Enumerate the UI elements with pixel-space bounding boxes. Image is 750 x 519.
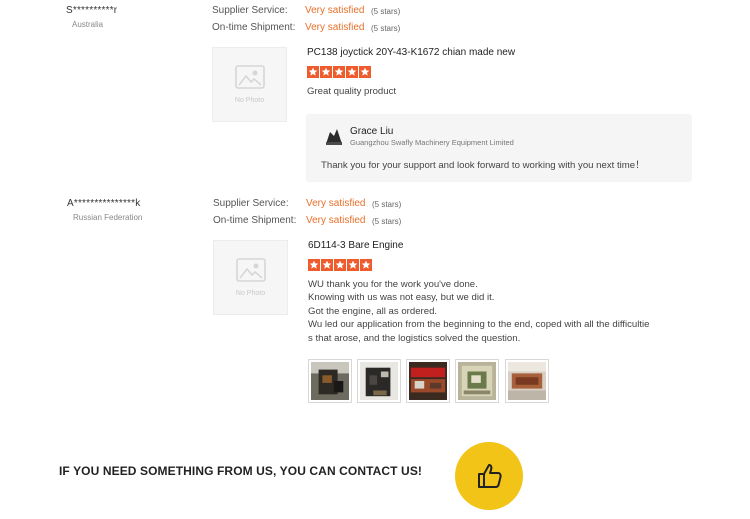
supplier-reply: Grace Liu Guangzhou Swafly Machinery Equ… xyxy=(306,114,692,182)
review-photo-thumbnail[interactable] xyxy=(406,359,450,403)
review-text: Great quality product xyxy=(307,86,397,97)
contact-button[interactable] xyxy=(455,442,523,510)
product-image-placeholder[interactable]: No Photo xyxy=(213,240,288,315)
review-photo-thumbnail[interactable] xyxy=(455,359,499,403)
buyer-name: A***************k xyxy=(67,198,141,209)
on-time-shipment-stars: (5 stars) xyxy=(371,24,401,33)
engine-photo-3 xyxy=(409,362,447,400)
star-icon xyxy=(360,259,372,271)
star-icon xyxy=(333,66,345,78)
supplier-service-value: Very satisfied xyxy=(305,5,365,16)
contact-banner-text: IF YOU NEED SOMETHING FROM US, YOU CAN C… xyxy=(59,464,423,478)
supplier-service-stars: (5 stars) xyxy=(372,200,402,209)
supplier-service-value: Very satisfied xyxy=(306,198,366,209)
reply-name: Grace Liu xyxy=(350,126,394,137)
on-time-shipment-value: Very satisfied xyxy=(306,215,366,226)
review-photo-thumbnail[interactable] xyxy=(505,359,549,403)
star-icon xyxy=(307,66,319,78)
buyer-country: Australia xyxy=(72,20,104,29)
supplier-service-label: Supplier Service: xyxy=(212,5,288,16)
engine-photo-5 xyxy=(508,362,546,400)
star-rating xyxy=(308,259,372,271)
review-photo-thumbnail[interactable] xyxy=(357,359,401,403)
engine-photo-4 xyxy=(458,362,496,400)
review-photo-thumbnail[interactable] xyxy=(308,359,352,403)
thumbs-up-icon xyxy=(478,464,502,488)
buyer-name: S**********r xyxy=(66,5,118,16)
star-icon xyxy=(321,259,333,271)
product-title[interactable]: PC138 joyctick 20Y-43-K1672 chian made n… xyxy=(307,47,515,58)
reply-company: Guangzhou Swafly Machinery Equipment Lim… xyxy=(350,138,514,147)
reply-text: Thank you for your support and look forw… xyxy=(321,160,645,171)
star-rating xyxy=(307,66,371,78)
on-time-shipment-stars: (5 stars) xyxy=(372,217,402,226)
supplier-avatar-icon xyxy=(326,129,342,145)
image-placeholder-icon xyxy=(234,65,265,89)
image-placeholder-icon xyxy=(235,258,266,282)
on-time-shipment-label: On-time Shipment: xyxy=(213,215,297,226)
star-icon xyxy=(347,259,359,271)
supplier-service-label: Supplier Service: xyxy=(213,198,289,209)
star-icon xyxy=(320,66,332,78)
supplier-service-stars: (5 stars) xyxy=(371,7,401,16)
product-title[interactable]: 6D114-3 Bare Engine xyxy=(308,240,403,251)
engine-photo-1 xyxy=(311,362,349,400)
product-image-placeholder[interactable]: No Photo xyxy=(212,47,287,122)
engine-photo-2 xyxy=(360,362,398,400)
buyer-country: Russian Federation xyxy=(73,213,143,222)
review-text: WU thank you for the work you've done. K… xyxy=(308,279,650,344)
on-time-shipment-value: Very satisfied xyxy=(305,22,365,33)
on-time-shipment-label: On-time Shipment: xyxy=(212,22,296,33)
star-icon xyxy=(346,66,358,78)
no-photo-label: No Photo xyxy=(234,97,265,104)
star-icon xyxy=(334,259,346,271)
star-icon xyxy=(359,66,371,78)
star-icon xyxy=(308,259,320,271)
no-photo-label: No Photo xyxy=(235,290,266,297)
